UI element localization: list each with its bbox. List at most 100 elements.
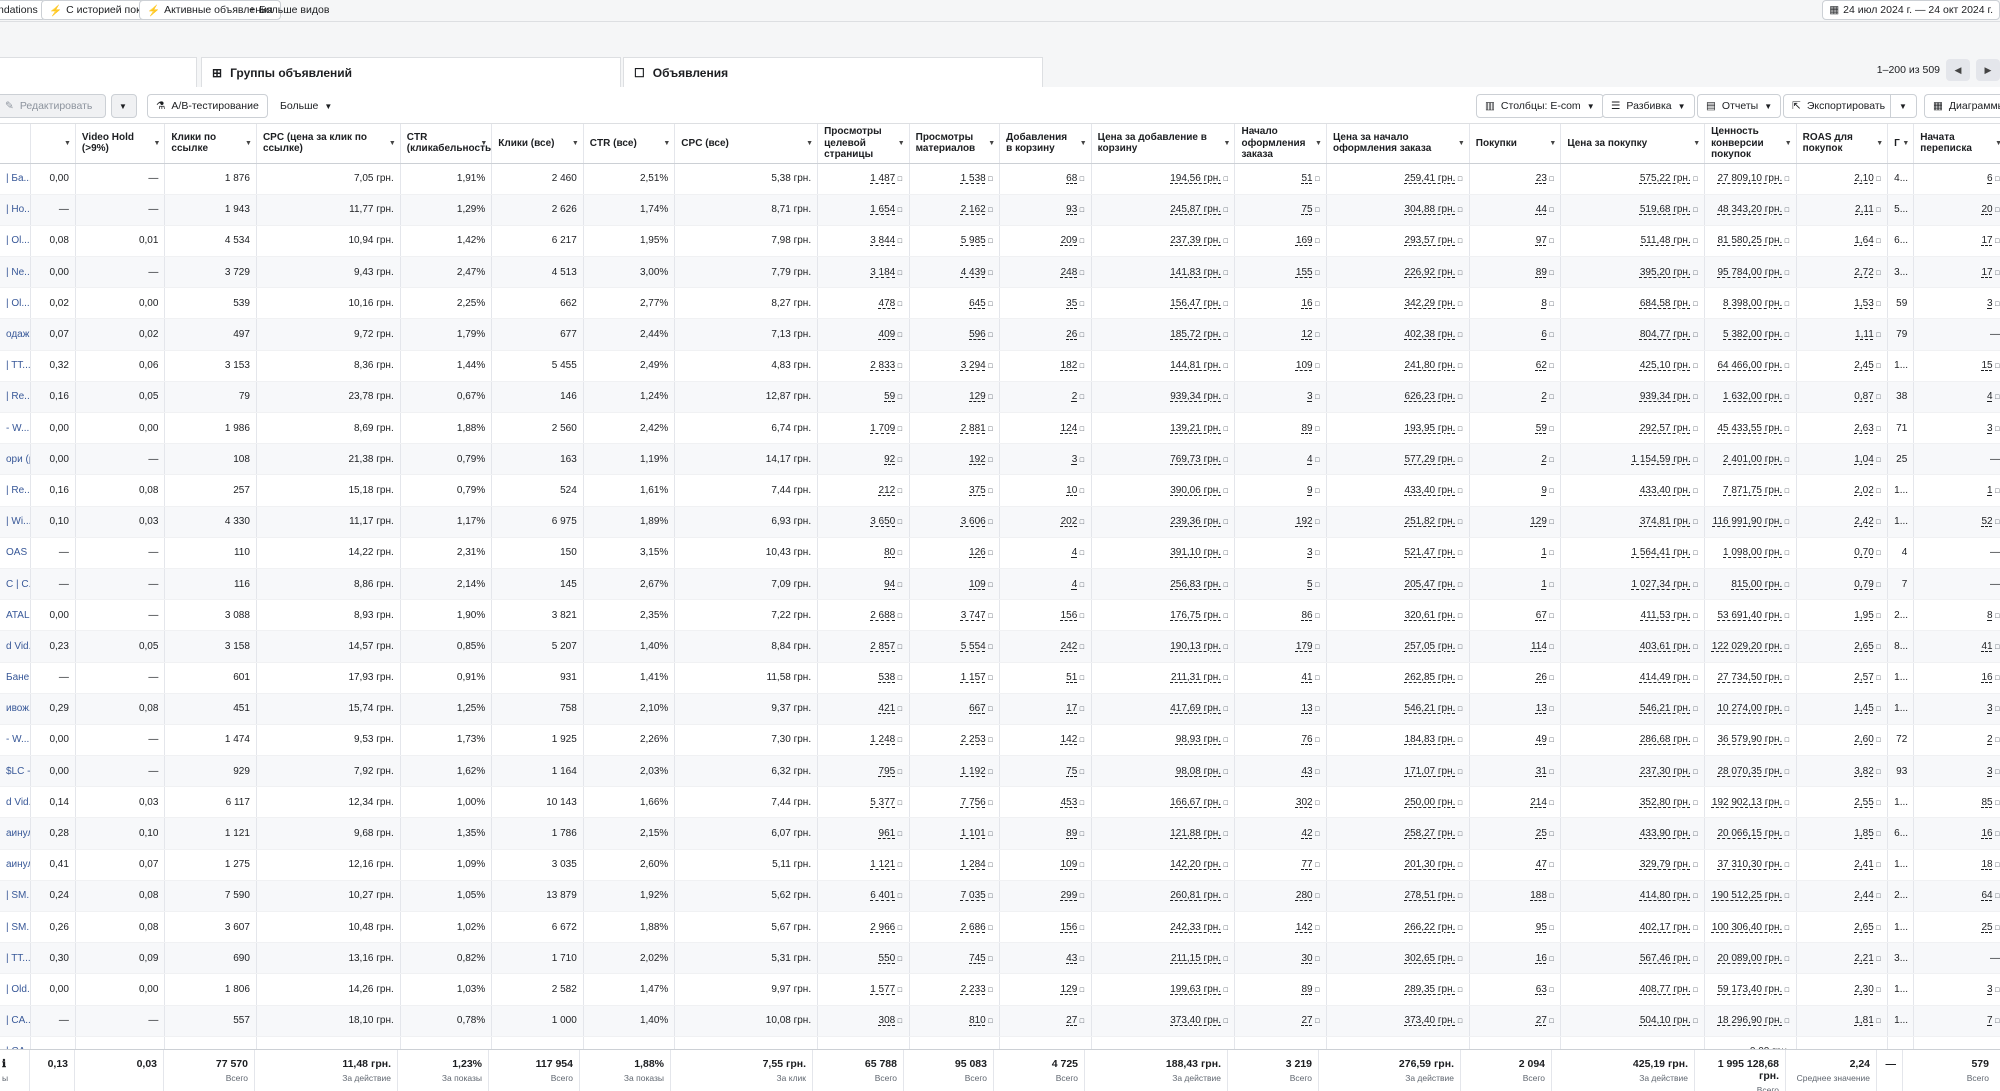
table-cell[interactable]: 2,65 <box>1796 911 1889 944</box>
table-row[interactable]: аинул... 0,28 0,10 1 121 9,68 грн. 1,35% 1 786… <box>0 817 2000 850</box>
table-cell[interactable]: 7 <box>1913 1005 2000 1037</box>
table-row[interactable]: | CA... — — 557 18,10 грн. 0,78% 1 000 1,40% 10,… <box>0 1005 2000 1037</box>
ads-table-scroll[interactable]: ▼ Video Hold (>9%) ▼ Клики по ссылке ▼ CPC (ц… <box>0 124 2000 1091</box>
ad-name-link[interactable]: одаж... <box>0 318 31 351</box>
table-cell[interactable]: 329,79 грн. <box>1560 849 1706 881</box>
table-cell[interactable]: 292,57 грн. <box>1560 412 1706 445</box>
table-cell[interactable]: 2,10 <box>1796 163 1889 195</box>
table-cell[interactable]: 567,46 грн. <box>1560 942 1706 975</box>
table-cell[interactable]: 1 487 <box>817 163 910 195</box>
table-cell[interactable]: 49 <box>1469 724 1562 757</box>
table-cell[interactable]: 192 902,13 грн. <box>1704 786 1797 819</box>
table-cell[interactable]: 64 466,00 грн. <box>1704 350 1797 382</box>
table-cell[interactable]: 52 <box>1913 506 2000 538</box>
table-cell[interactable]: 684,58 грн. <box>1560 287 1706 320</box>
table-cell[interactable]: 6 <box>1913 163 2000 195</box>
edit-button[interactable]: ✎ Редактировать <box>0 94 106 118</box>
ad-name-link[interactable]: | Ol... <box>0 287 31 320</box>
table-cell[interactable]: 395,20 грн. <box>1560 256 1706 289</box>
ad-name-link[interactable]: ивож... <box>0 693 31 725</box>
table-cell[interactable]: 205,47 грн. <box>1326 568 1470 601</box>
table-cell[interactable]: 245,87 грн. <box>1091 194 1236 226</box>
sort-caret-icon[interactable]: ▼ <box>988 140 995 148</box>
table-cell[interactable]: 202 <box>999 506 1092 538</box>
table-cell[interactable]: 10 274,00 грн. <box>1704 693 1797 725</box>
table-cell[interactable]: 1 709 <box>817 412 910 445</box>
ad-name-link[interactable]: | Wi... <box>0 506 31 538</box>
table-cell[interactable]: 75 <box>999 755 1092 788</box>
column-header[interactable]: Начало оформления заказа ▼ <box>1234 124 1327 164</box>
table-cell[interactable]: 25 <box>1469 817 1562 850</box>
table-cell[interactable]: 745 <box>909 942 1001 975</box>
table-row[interactable]: | TT... 0,30 0,09 690 13,16 грн. 0,82% 1 710 2,… <box>0 942 2000 975</box>
table-cell[interactable]: 521,47 грн. <box>1326 537 1470 569</box>
table-cell[interactable]: 237,39 грн. <box>1091 225 1236 258</box>
table-cell[interactable]: 2,41 <box>1796 849 1889 881</box>
table-cell[interactable]: 1 284 <box>909 849 1001 881</box>
table-cell[interactable]: 0,70 <box>1796 537 1889 569</box>
table-cell[interactable]: 433,40 грн. <box>1326 474 1470 507</box>
sort-caret-icon[interactable]: ▼ <box>663 140 670 148</box>
table-cell[interactable]: 94 <box>817 568 910 601</box>
sort-caret-icon[interactable]: ▼ <box>1224 140 1231 148</box>
table-cell[interactable]: 27 <box>1234 1005 1327 1037</box>
table-cell[interactable]: 1 157 <box>909 662 1001 694</box>
table-cell[interactable]: 278,51 грн. <box>1326 880 1470 913</box>
date-range-picker[interactable]: ▦ 24 июл 2024 г. — 24 окт 2024 г. <box>1822 0 2000 20</box>
table-cell[interactable]: 241,80 грн. <box>1326 350 1470 382</box>
table-row[interactable]: | SM... 0,26 0,08 3 607 10,48 грн. 1,02% 6 672… <box>0 911 2000 944</box>
table-cell[interactable]: 2,57 <box>1796 662 1889 694</box>
table-cell[interactable]: 1,95 <box>1796 599 1889 632</box>
table-cell[interactable]: 2 233 <box>909 973 1001 1006</box>
table-cell[interactable]: 2 253 <box>909 724 1001 757</box>
table-cell[interactable]: 538 <box>817 662 910 694</box>
column-header[interactable]: Цена за начало оформления заказа ▼ <box>1326 124 1470 164</box>
prev-page-button[interactable]: ◀ <box>1946 59 1970 81</box>
table-cell[interactable]: 939,34 грн. <box>1560 381 1706 414</box>
table-cell[interactable]: 95 784,00 грн. <box>1704 256 1797 289</box>
table-cell[interactable]: 20 089,00 грн. <box>1704 942 1797 975</box>
table-cell[interactable]: 16 <box>1469 942 1562 975</box>
table-cell[interactable]: 248 <box>999 256 1092 289</box>
table-cell[interactable]: 59 <box>1469 412 1562 445</box>
table-cell[interactable]: 1,53 <box>1796 287 1889 320</box>
tab-ad-sets[interactable]: ⊞ Группы объявлений <box>201 57 621 87</box>
table-cell[interactable]: 2 857 <box>817 630 910 663</box>
table-cell[interactable]: 3 184 <box>817 256 910 289</box>
table-cell[interactable]: 31 <box>1469 755 1562 788</box>
table-cell[interactable]: 15 <box>1913 350 2000 382</box>
sort-caret-icon[interactable]: ▼ <box>1785 140 1792 148</box>
column-header[interactable]: CPC (все) ▼ <box>674 124 819 164</box>
sort-caret-icon[interactable]: ▼ <box>806 140 813 148</box>
table-cell[interactable]: 155 <box>1234 256 1327 289</box>
table-cell[interactable]: 89 <box>1469 256 1562 289</box>
table-cell[interactable]: 804,77 грн. <box>1560 318 1706 351</box>
column-header[interactable]: ▼ <box>30 124 76 164</box>
table-cell[interactable]: 16 <box>1234 287 1327 320</box>
table-cell[interactable]: 12 <box>1234 318 1327 351</box>
table-cell[interactable]: 121,88 грн. <box>1091 817 1236 850</box>
table-cell[interactable]: 43 <box>999 942 1092 975</box>
table-cell[interactable]: 4 439 <box>909 256 1001 289</box>
table-cell[interactable]: 156 <box>999 911 1092 944</box>
table-cell[interactable]: 2 <box>1469 381 1562 414</box>
table-cell[interactable]: 16 <box>1913 817 2000 850</box>
table-cell[interactable]: 280 <box>1234 880 1327 913</box>
table-cell[interactable]: 194,56 грн. <box>1091 163 1236 195</box>
table-row[interactable]: | TT... 0,32 0,06 3 153 8,36 грн. 1,44% 5 455 2… <box>0 350 2000 382</box>
table-cell[interactable]: 373,40 грн. <box>1091 1005 1236 1037</box>
ad-name-link[interactable]: аинул... <box>0 849 31 881</box>
table-cell[interactable]: 129 <box>999 973 1092 1006</box>
table-cell[interactable]: 30 <box>1234 942 1327 975</box>
table-cell[interactable]: 390,06 грн. <box>1091 474 1236 507</box>
table-cell[interactable]: 239,36 грн. <box>1091 506 1236 538</box>
table-cell[interactable]: 2,30 <box>1796 973 1889 1006</box>
ad-name-link[interactable]: OAS |... <box>0 537 31 569</box>
table-cell[interactable]: 17 <box>1913 256 2000 289</box>
table-cell[interactable]: 114 <box>1469 630 1562 663</box>
ad-name-link[interactable]: аинул... <box>0 817 31 850</box>
table-cell[interactable]: 80 <box>817 537 910 569</box>
table-cell[interactable]: 2 686 <box>909 911 1001 944</box>
sort-caret-icon[interactable]: ▼ <box>480 140 487 148</box>
table-cell[interactable]: 374,81 грн. <box>1560 506 1706 538</box>
